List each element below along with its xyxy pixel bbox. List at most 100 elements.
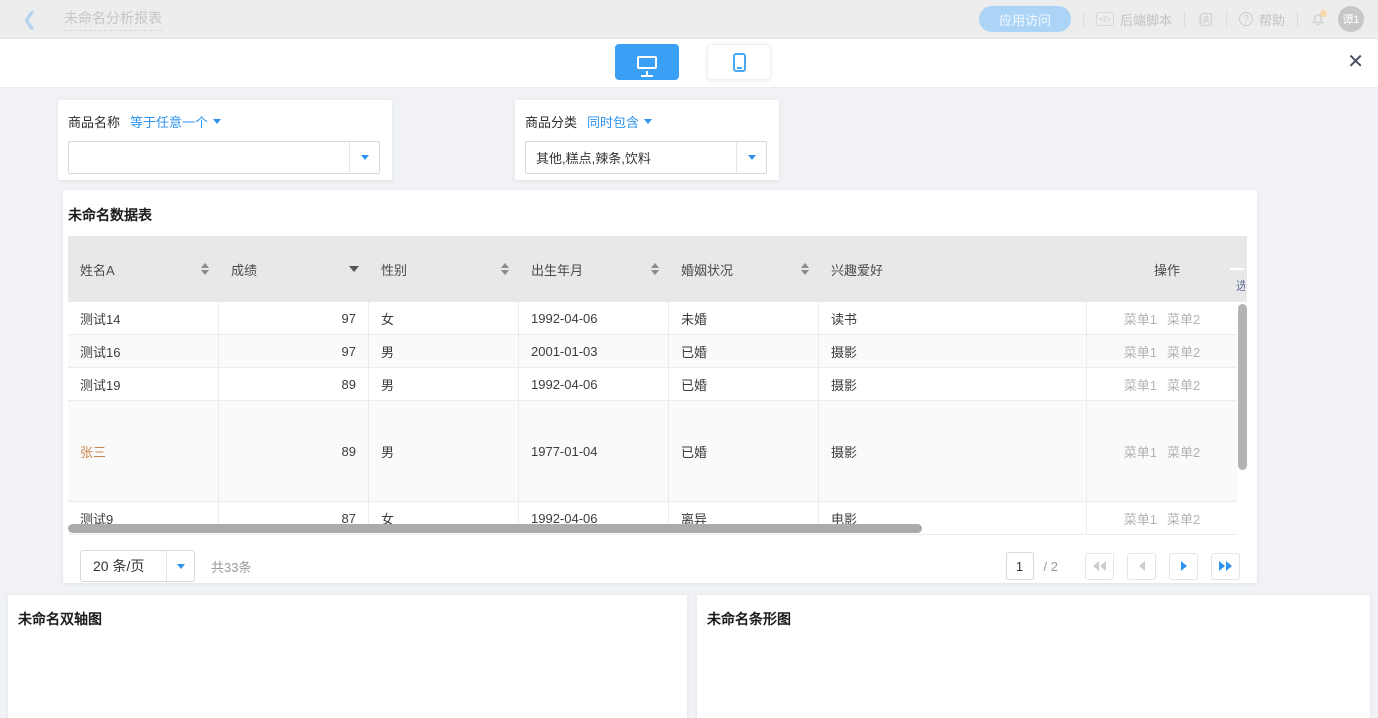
cell-name: 测试14 bbox=[68, 302, 219, 334]
menu1-link[interactable]: 菜单1 bbox=[1124, 442, 1157, 461]
table-title: 未命名数据表 bbox=[68, 190, 1252, 236]
cell-score: 97 bbox=[219, 302, 369, 334]
menu2-link[interactable]: 菜单2 bbox=[1167, 375, 1200, 394]
menu2-link[interactable]: 菜单2 bbox=[1167, 342, 1200, 361]
mobile-view-button[interactable] bbox=[707, 44, 771, 80]
chevron-down-icon bbox=[177, 564, 185, 569]
column-label: 兴趣爱好 bbox=[831, 260, 1087, 279]
cell-actions: 菜单1 菜单2 bbox=[1087, 368, 1237, 400]
back-icon[interactable]: ❮ bbox=[22, 9, 46, 30]
sort-desc-icon[interactable] bbox=[349, 266, 359, 272]
contact-book-icon[interactable] bbox=[1197, 11, 1214, 28]
column-label: 婚姻状况 bbox=[681, 260, 795, 279]
close-icon[interactable]: ✕ bbox=[1347, 52, 1364, 72]
cell-gender: 男 bbox=[369, 401, 519, 501]
total-count-label: 共33条 bbox=[211, 557, 251, 576]
next-page-button[interactable] bbox=[1169, 553, 1198, 580]
help-label: 帮助 bbox=[1259, 10, 1285, 29]
cell-name: 测试16 bbox=[68, 335, 219, 367]
filter-card-product-name: 商品名称 等于任意一个 bbox=[58, 100, 392, 180]
column-label: 出生年月 bbox=[531, 260, 645, 279]
table-row[interactable]: 测试16 97 男 2001-01-03 已婚 摄影 菜单1 菜单2 bbox=[68, 335, 1237, 368]
menu1-link[interactable]: 菜单1 bbox=[1124, 509, 1157, 528]
filter-value-select[interactable]: 其他,糕点,辣条,饮料 bbox=[525, 141, 767, 174]
cell-birth: 1992-04-06 bbox=[519, 302, 669, 334]
page-total-label: / 2 bbox=[1044, 559, 1058, 574]
help-button[interactable]: ? 帮助 bbox=[1239, 10, 1285, 29]
select-caret-box[interactable] bbox=[349, 142, 379, 173]
notification-badge bbox=[1320, 10, 1327, 17]
column-header-action: 操作 bbox=[1087, 236, 1247, 302]
divider bbox=[1184, 11, 1185, 27]
device-toggle bbox=[615, 44, 771, 80]
column-header-gender[interactable]: 性别 bbox=[369, 236, 519, 302]
divider bbox=[1226, 11, 1227, 27]
divider bbox=[1297, 11, 1298, 27]
chevron-down-icon bbox=[644, 119, 652, 124]
notification-bell-icon[interactable] bbox=[1310, 11, 1326, 27]
bar-chart-card: 未命名条形图 bbox=[697, 595, 1370, 718]
select-caret-box[interactable] bbox=[166, 551, 194, 581]
app-access-button[interactable]: 应用访问 bbox=[979, 6, 1071, 32]
cell-marital: 未婚 bbox=[669, 302, 819, 334]
user-avatar[interactable]: 谭1 bbox=[1338, 6, 1364, 32]
cell-score: 97 bbox=[219, 335, 369, 367]
cell-birth: 2001-01-03 bbox=[519, 335, 669, 367]
cell-actions: 菜单1 菜单2 bbox=[1087, 502, 1237, 534]
cell-name: 测试19 bbox=[68, 368, 219, 400]
last-page-icon bbox=[1219, 561, 1232, 571]
menu2-link[interactable]: 菜单2 bbox=[1167, 442, 1200, 461]
desktop-icon bbox=[637, 56, 657, 69]
menu2-link[interactable]: 菜单2 bbox=[1167, 509, 1200, 528]
sort-icon[interactable] bbox=[801, 263, 809, 275]
menu1-link[interactable]: 菜单1 bbox=[1124, 342, 1157, 361]
sort-icon[interactable] bbox=[651, 263, 659, 275]
cell-actions: 菜单1 菜单2 bbox=[1087, 401, 1237, 501]
column-label: 操作 bbox=[1154, 260, 1180, 279]
select-caret-box[interactable] bbox=[736, 142, 766, 173]
page-number-input[interactable] bbox=[1006, 552, 1034, 580]
sort-icon[interactable] bbox=[501, 263, 509, 275]
last-page-button[interactable] bbox=[1211, 553, 1240, 580]
menu1-link[interactable]: 菜单1 bbox=[1124, 375, 1157, 394]
sort-icon[interactable] bbox=[201, 263, 209, 275]
cell-hobby: 读书 bbox=[819, 302, 1087, 334]
column-header-score[interactable]: 成绩 bbox=[219, 236, 369, 302]
dual-axis-chart-card: 未命名双轴图 bbox=[8, 595, 687, 718]
menu1-link[interactable]: 菜单1 bbox=[1124, 309, 1157, 328]
cell-actions: 菜单1 菜单2 bbox=[1087, 335, 1237, 367]
filter-condition-dropdown[interactable]: 同时包含 bbox=[587, 112, 652, 131]
menu2-link[interactable]: 菜单2 bbox=[1167, 309, 1200, 328]
report-title[interactable]: 未命名分析报表 bbox=[64, 8, 162, 31]
page-size-select[interactable]: 20 条/页 bbox=[80, 550, 195, 582]
filter-label: 商品名称 bbox=[68, 112, 120, 131]
column-header-marital[interactable]: 婚姻状况 bbox=[669, 236, 819, 302]
chart-title: 未命名条形图 bbox=[697, 595, 1370, 629]
backend-script-button[interactable]: </> 后端脚本 bbox=[1096, 10, 1172, 29]
vertical-scrollbar[interactable] bbox=[1238, 304, 1247, 470]
prev-page-icon bbox=[1139, 561, 1145, 571]
table-row[interactable]: 张三 89 男 1977-01-04 已婚 摄影 菜单1 菜单2 bbox=[68, 401, 1237, 502]
column-header-hobby[interactable]: 兴趣爱好 bbox=[819, 236, 1087, 302]
cell-hobby: 摄影 bbox=[819, 335, 1087, 367]
filter-value-select[interactable] bbox=[68, 141, 380, 174]
horizontal-scrollbar[interactable] bbox=[68, 524, 922, 533]
cell-score: 89 bbox=[219, 368, 369, 400]
filter-condition-dropdown[interactable]: 等于任意一个 bbox=[130, 112, 221, 131]
desktop-view-button[interactable] bbox=[615, 44, 679, 80]
column-header-birth[interactable]: 出生年月 bbox=[519, 236, 669, 302]
table-row[interactable]: 测试14 97 女 1992-04-06 未婚 读书 菜单1 菜单2 bbox=[68, 302, 1237, 335]
column-label: 性别 bbox=[381, 260, 495, 279]
column-resize-handle[interactable] bbox=[1230, 268, 1244, 270]
backend-script-label: 后端脚本 bbox=[1120, 10, 1172, 29]
table-row[interactable]: 测试19 89 男 1992-04-06 已婚 摄影 菜单1 菜单2 bbox=[68, 368, 1237, 401]
filter-card-product-category: 商品分类 同时包含 其他,糕点,辣条,饮料 bbox=[515, 100, 779, 180]
cell-hobby: 摄影 bbox=[819, 401, 1087, 501]
prev-page-button[interactable] bbox=[1127, 553, 1156, 580]
first-page-button[interactable] bbox=[1085, 553, 1114, 580]
filter-condition-label: 同时包含 bbox=[587, 112, 639, 131]
table-header-row: 姓名A 成绩 性别 出生年月 婚姻状况 兴趣爱好 操作 选 bbox=[68, 236, 1247, 302]
cell-name-link[interactable]: 张三 bbox=[80, 442, 106, 461]
column-header-name[interactable]: 姓名A bbox=[68, 236, 219, 302]
cell-gender: 男 bbox=[369, 335, 519, 367]
